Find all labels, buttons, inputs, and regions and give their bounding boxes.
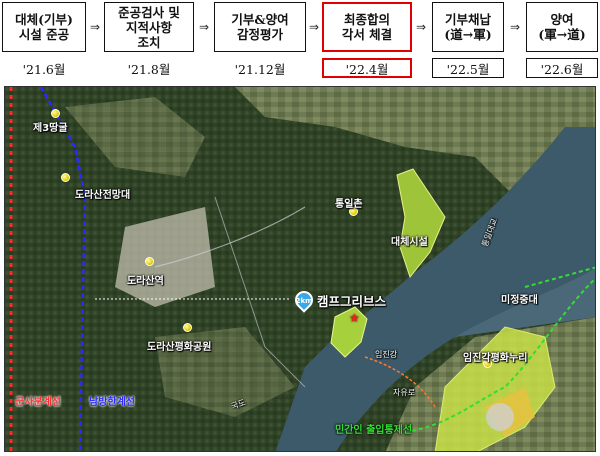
step-3-date: '21.12월 xyxy=(234,61,286,77)
label-camp-greaves: 캠프그리브스 xyxy=(317,294,387,309)
step-1-box: 대체(기부) 시설 준공 xyxy=(2,2,86,52)
step-1-date: '21.6월 xyxy=(22,61,66,77)
label-dorasan-station: 도라산역 xyxy=(127,276,164,287)
label-peace-park: 도라산평화공원 xyxy=(147,342,212,353)
arrow-icon: ⇒ xyxy=(198,20,210,34)
process-timeline: 대체(기부) 시설 준공 '21.6월 ⇒ 준공검사 및 지적사항 조치 '21… xyxy=(0,0,600,82)
satellite-map: 제3땅굴 도라산전망대 도라산역 도라산평화공원 통일촌 대체시설 2km 캠프… xyxy=(4,86,596,452)
step-2-box: 준공검사 및 지적사항 조치 xyxy=(104,2,194,52)
step-3-title: 기부&양여 감정평가 xyxy=(231,12,289,42)
step-2-title: 준공검사 및 지적사항 조치 xyxy=(118,4,180,50)
arrow-icon: ⇒ xyxy=(415,20,427,34)
arrow-icon: ⇒ xyxy=(509,20,521,34)
label-jayuro: 자유로 xyxy=(393,388,416,397)
step-4-title: 최종합의 각서 체결 xyxy=(341,12,393,42)
step-1-title: 대체(기부) 시설 준공 xyxy=(15,12,73,42)
step-6-title: 양여 (軍→道) xyxy=(538,12,586,42)
step-4-date: '22.4월 xyxy=(322,58,412,78)
label-tongil-village: 통일촌 xyxy=(335,199,363,210)
location-marker-icon xyxy=(145,257,154,266)
location-marker-icon xyxy=(183,323,192,332)
step-4-box: 최종합의 각서 체결 xyxy=(322,2,412,52)
step-5-date: '22.5월 xyxy=(432,58,504,78)
arrow-icon: ⇒ xyxy=(308,20,320,34)
location-marker-icon xyxy=(61,173,70,182)
star-marker-icon: ★ xyxy=(349,311,360,325)
arrow-icon: ⇒ xyxy=(89,20,101,34)
step-5-box: 기부채납 (道→軍) xyxy=(432,2,504,52)
label-military-demarcation-line: 군사분계선 xyxy=(15,397,61,408)
label-replacement-facility: 대체시설 xyxy=(391,237,428,248)
location-marker-icon xyxy=(51,109,60,118)
step-2-date: '21.8월 xyxy=(127,61,171,77)
label-imjingak-peace-nuri: 임진각평화누리 xyxy=(463,353,528,364)
distance-label: 2km xyxy=(295,297,313,305)
step-6-date: '22.6월 xyxy=(526,58,598,78)
step-5-title: 기부채납 (道→軍) xyxy=(444,12,492,42)
label-civilian-control-line: 민간인 출입통제선 xyxy=(335,425,413,436)
label-southern-limit-line: 남방한계선 xyxy=(89,397,135,408)
step-6-box: 양여 (軍→道) xyxy=(526,2,598,52)
step-3-box: 기부&양여 감정평가 xyxy=(214,2,306,52)
label-mijeong-company: 미정중대 xyxy=(501,295,538,306)
label-third-tunnel: 제3땅굴 xyxy=(33,123,68,134)
label-river: 임진강 xyxy=(375,350,398,359)
label-dorasan-observatory: 도라산전망대 xyxy=(75,190,131,201)
